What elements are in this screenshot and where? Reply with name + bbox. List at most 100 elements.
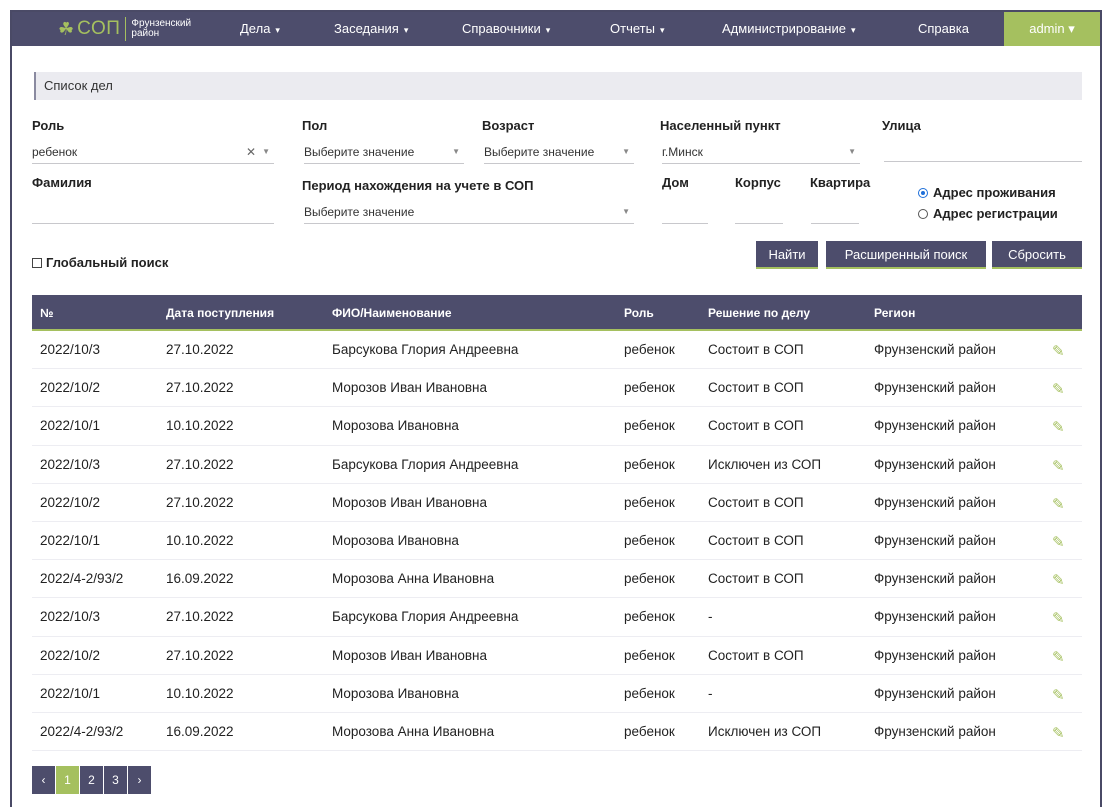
house-input[interactable] (662, 202, 708, 224)
name-cell: Морозова Анна Ивановна (332, 571, 495, 587)
role-cell: ребенок (624, 532, 675, 548)
case-number-cell: 2022/10/3 (40, 609, 101, 625)
name-cell: Морозова Ивановна (332, 685, 459, 701)
nav-item-label: Администрирование (722, 21, 846, 36)
case-number-cell: 2022/10/3 (40, 342, 101, 357)
logo-text: СОП (77, 18, 121, 39)
column-header-name[interactable]: ФИО/Наименование (332, 306, 452, 320)
date-cell: 16.09.2022 (166, 571, 234, 587)
edit-icon[interactable]: ✎ (1052, 724, 1065, 742)
table-row[interactable]: 2022/10/1 10.10.2022 Морозова Ивановна ребе… (32, 675, 1082, 713)
edit-icon[interactable]: ✎ (1052, 418, 1065, 436)
pagination-next[interactable]: › (128, 766, 151, 794)
surname-input[interactable] (32, 202, 274, 224)
top-navbar: ☘ СОП Фрунзенский район Дела ▾ Заседания ▾… (12, 12, 1100, 46)
date-cell: 27.10.2022 (166, 380, 234, 396)
name-cell: Барсукова Глория Андреевна (332, 456, 519, 472)
edit-icon[interactable]: ✎ (1052, 533, 1065, 551)
address-residence-label: Адрес проживания (933, 185, 1056, 200)
role-cell: ребенок (624, 571, 675, 587)
gender-select-placeholder: Выберите значение (304, 145, 415, 159)
cases-table: № Дата поступления ФИО/Наименование Роль… (32, 295, 1082, 752)
decision-cell: Состоит в СОП (708, 418, 804, 434)
decision-cell: Исключен из СОП (708, 723, 822, 739)
table-body: 2022/10/3 27.10.2022 Барсукова Глория Андр… (32, 331, 1082, 752)
edit-icon[interactable]: ✎ (1052, 380, 1065, 398)
checkbox-icon[interactable] (32, 257, 42, 268)
case-number-cell: 2022/4-2/93/2 (40, 723, 124, 739)
user-menu[interactable]: admin ▾ (1004, 12, 1100, 46)
table-row[interactable]: 2022/10/2 27.10.2022 Морозов Иван Ивановна… (32, 369, 1082, 408)
date-cell: 27.10.2022 (166, 647, 234, 663)
chevron-down-icon: ▾ (659, 25, 665, 35)
table-row[interactable]: 2022/10/2 27.10.2022 Морозов Иван Ивановна… (32, 637, 1082, 675)
gender-select[interactable]: Выберите значение ▼ (304, 142, 464, 164)
advanced-search-button[interactable]: Расширенный поиск (826, 241, 986, 269)
nav-item-label: Отчеты (610, 21, 655, 36)
table-row[interactable]: 2022/4-2/93/2 16.09.2022 Морозова Анна Ива… (32, 713, 1082, 752)
find-button[interactable]: Найти (756, 241, 818, 269)
apartment-label: Квартира (810, 175, 871, 190)
brand[interactable]: ☘ СОП Фрунзенский район (58, 12, 191, 46)
table-row[interactable]: 2022/10/3 27.10.2022 Барсукова Глория Андр… (32, 446, 1082, 484)
nav-item-reports[interactable]: Отчеты ▾ (610, 12, 664, 46)
chevron-down-icon: ▼ (622, 207, 630, 216)
clear-icon[interactable]: ✕ (246, 142, 256, 162)
table-row[interactable]: 2022/4-2/93/2 16.09.2022 Морозова Анна Ива… (32, 560, 1082, 599)
radio-icon[interactable] (918, 208, 928, 219)
chevron-down-icon: ▼ (622, 147, 630, 156)
street-input[interactable] (884, 140, 1082, 162)
pagination-page-2[interactable]: 2 (80, 766, 103, 794)
table-row[interactable]: 2022/10/3 27.10.2022 Барсукова Глория Андр… (32, 598, 1082, 637)
case-number-cell: 2022/4-2/93/2 (40, 571, 124, 587)
case-number-cell: 2022/10/1 (40, 418, 101, 434)
column-header-region[interactable]: Регион (874, 306, 915, 320)
global-search-option[interactable]: Глобальный поиск (32, 255, 168, 270)
chevron-down-icon: ▼ (262, 147, 270, 156)
radio-selected-icon[interactable] (918, 187, 928, 198)
case-number-cell: 2022/10/1 (40, 685, 101, 701)
column-header-date[interactable]: Дата поступления (166, 306, 274, 320)
nav-item-meetings[interactable]: Заседания ▾ (334, 12, 408, 46)
apartment-input[interactable] (811, 202, 859, 224)
locality-label: Населенный пункт (660, 118, 781, 133)
role-select[interactable]: ребенок ✕ ▼ (32, 142, 274, 164)
column-header-decision[interactable]: Решение по делу (708, 306, 810, 320)
name-cell: Морозова Анна Ивановна (332, 723, 495, 739)
reset-button[interactable]: Сбросить (992, 241, 1082, 269)
edit-icon[interactable]: ✎ (1052, 342, 1065, 360)
role-cell: ребенок (624, 723, 675, 739)
table-row[interactable]: 2022/10/3 27.10.2022 Барсукова Глория Андр… (32, 331, 1082, 370)
table-row[interactable]: 2022/10/1 10.10.2022 Морозова Ивановна ребе… (32, 407, 1082, 446)
building-input[interactable] (735, 202, 783, 224)
column-header-number[interactable]: № (40, 306, 53, 320)
edit-icon[interactable]: ✎ (1052, 457, 1065, 475)
table-row[interactable]: 2022/10/2 27.10.2022 Морозов Иван Ивановна… (32, 484, 1082, 522)
nav-item-administration[interactable]: Администрирование ▾ (722, 12, 856, 46)
nav-item-directories[interactable]: Справочники ▾ (462, 12, 550, 46)
region-cell: Фрунзенский район (874, 342, 996, 357)
pagination-page-1[interactable]: 1 (56, 766, 79, 794)
edit-icon[interactable]: ✎ (1052, 495, 1065, 513)
age-select-placeholder: Выберите значение (484, 145, 595, 159)
edit-icon[interactable]: ✎ (1052, 571, 1065, 589)
brand-divider (125, 17, 127, 41)
role-cell: ребенок (624, 342, 675, 357)
role-cell: ребенок (624, 456, 675, 472)
age-select[interactable]: Выберите значение ▼ (484, 142, 634, 164)
table-row[interactable]: 2022/10/1 10.10.2022 Морозова Ивановна ребе… (32, 522, 1082, 561)
pagination-page-3[interactable]: 3 (104, 766, 127, 794)
nav-item-help[interactable]: Справка (918, 12, 969, 46)
region-cell: Фрунзенский район (874, 571, 996, 587)
edit-icon[interactable]: ✎ (1052, 686, 1065, 704)
pagination-prev[interactable]: ‹ (32, 766, 55, 794)
edit-icon[interactable]: ✎ (1052, 609, 1065, 627)
edit-icon[interactable]: ✎ (1052, 648, 1065, 666)
address-registration-option[interactable]: Адрес регистрации (918, 206, 1058, 221)
locality-select[interactable]: г.Минск ▼ (662, 142, 860, 164)
locality-select-value: г.Минск (662, 145, 703, 159)
period-select[interactable]: Выберите значение ▼ (304, 202, 634, 224)
column-header-role[interactable]: Роль (624, 306, 654, 320)
nav-item-cases[interactable]: Дела ▾ (240, 12, 280, 46)
address-residence-option[interactable]: Адрес проживания (918, 185, 1056, 200)
